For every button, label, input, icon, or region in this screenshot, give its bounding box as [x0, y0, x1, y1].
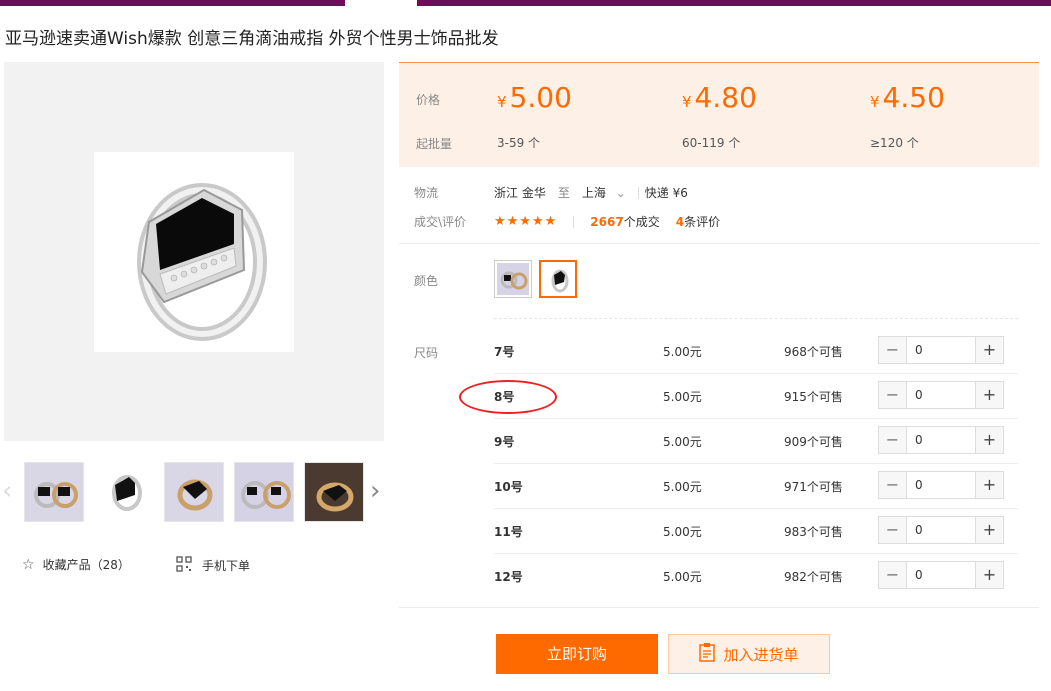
- quantity-input[interactable]: 0: [906, 562, 976, 588]
- favorite-button[interactable]: ☆ 收藏产品（28）: [22, 556, 130, 573]
- deal-count[interactable]: 2667个成交: [590, 213, 659, 230]
- mobile-order-button[interactable]: 手机下单: [176, 556, 250, 575]
- quantity-input[interactable]: 0: [906, 337, 976, 363]
- chevron-right-icon[interactable]: ›: [370, 478, 380, 504]
- main-image-area: [4, 62, 384, 441]
- size-label: 尺码: [414, 346, 439, 360]
- color-swatch-2[interactable]: [539, 260, 577, 298]
- price-panel: 价格 起批量 ¥5.00 3-59 个 ¥4.80 60-119 个 ¥4.50…: [399, 62, 1039, 167]
- min-qty-label: 起批量: [416, 137, 453, 151]
- plus-button[interactable]: +: [976, 427, 1003, 453]
- plus-button[interactable]: +: [976, 472, 1003, 498]
- tier-qty: ≥120 个: [870, 136, 919, 150]
- ship-from: 浙江 金华: [494, 186, 546, 200]
- plus-button[interactable]: +: [976, 517, 1003, 543]
- thumbnail-5[interactable]: [304, 462, 364, 522]
- quantity-input[interactable]: 0: [906, 427, 976, 453]
- deals-row: ★★★★★ 2667个成交 4条评价: [494, 213, 720, 230]
- price-label: 价格: [416, 93, 441, 107]
- thumbnail-1[interactable]: [24, 462, 84, 522]
- deals-label: 成交\评价: [414, 215, 467, 229]
- main-product-image: [94, 152, 294, 352]
- plus-button[interactable]: +: [976, 337, 1003, 363]
- chevron-down-icon: ⌄: [615, 186, 626, 200]
- tier-price: 4.50: [882, 81, 945, 114]
- add-to-cart-label: 加入进货单: [723, 645, 799, 664]
- minus-button[interactable]: −: [879, 562, 906, 588]
- to-word: 至: [557, 186, 570, 200]
- color-swatch-1[interactable]: [494, 260, 532, 298]
- chevron-left-icon[interactable]: ‹: [2, 478, 12, 504]
- tier-price: 5.00: [509, 81, 572, 114]
- mobile-order-label: 手机下单: [202, 559, 251, 573]
- quantity-stepper: − 0 +: [878, 471, 1004, 499]
- quantity-input[interactable]: 0: [906, 472, 976, 498]
- favorite-label: 收藏产品（28）: [42, 558, 130, 572]
- thumbnail-4[interactable]: [234, 462, 294, 522]
- quantity-stepper: − 0 +: [878, 426, 1004, 454]
- quantity-stepper: − 0 +: [878, 561, 1004, 589]
- star-outline-icon: ☆: [22, 556, 35, 573]
- size-row: 10号 5.00元 971个可售 − 0 +: [494, 464, 1018, 509]
- tier-qty: 60-119 个: [682, 136, 741, 150]
- size-row: 7号 5.00元 968个可售 − 0 +: [494, 329, 1018, 374]
- size-row: 8号 5.00元 915个可售 − 0 +: [494, 374, 1018, 419]
- size-row: 12号 5.00元 982个可售 − 0 +: [494, 554, 1018, 599]
- divider: [399, 243, 1039, 244]
- quantity-stepper: − 0 +: [878, 516, 1004, 544]
- tier-qty: 3-59 个: [497, 136, 541, 150]
- top-bar: [0, 0, 1051, 6]
- ship-to-select[interactable]: 上海 ⌄: [582, 184, 626, 201]
- qr-code-icon: [176, 556, 192, 575]
- quantity-input[interactable]: 0: [906, 517, 976, 543]
- minus-button[interactable]: −: [879, 382, 906, 408]
- size-row: 9号 5.00元 909个可售 − 0 +: [494, 419, 1018, 464]
- minus-button[interactable]: −: [879, 337, 906, 363]
- minus-button[interactable]: −: [879, 427, 906, 453]
- size-row: 11号 5.00元 983个可售 − 0 +: [494, 509, 1018, 554]
- shipping-fee: 快递 ¥6: [644, 186, 688, 200]
- clipboard-icon: [699, 642, 716, 666]
- thumbnail-strip: ‹ ›: [0, 462, 392, 524]
- tier-price: 4.80: [694, 81, 757, 114]
- logistics-row: 浙江 金华 至 上海 ⌄ 快递 ¥6: [494, 184, 688, 201]
- review-count[interactable]: 4条评价: [676, 213, 720, 230]
- add-to-cart-button[interactable]: 加入进货单: [668, 634, 830, 674]
- thumbnail-2[interactable]: [94, 462, 154, 522]
- rating-stars-icon: ★★★★★: [494, 214, 558, 229]
- minus-button[interactable]: −: [879, 472, 906, 498]
- plus-button[interactable]: +: [976, 562, 1003, 588]
- product-title: 亚马逊速卖通Wish爆款 创意三角滴油戒指 外贸个性男士饰品批发: [5, 29, 499, 49]
- minus-button[interactable]: −: [879, 517, 906, 543]
- color-label: 颜色: [414, 274, 439, 288]
- divider: [494, 318, 1018, 319]
- logistics-label: 物流: [414, 186, 439, 200]
- quantity-input[interactable]: 0: [906, 382, 976, 408]
- plus-button[interactable]: +: [976, 382, 1003, 408]
- highlight-annotation: [459, 380, 557, 414]
- divider: [399, 607, 1039, 608]
- quantity-stepper: − 0 +: [878, 336, 1004, 364]
- buy-now-button[interactable]: 立即订购: [496, 634, 658, 674]
- thumbnail-3[interactable]: [164, 462, 224, 522]
- quantity-stepper: − 0 +: [878, 381, 1004, 409]
